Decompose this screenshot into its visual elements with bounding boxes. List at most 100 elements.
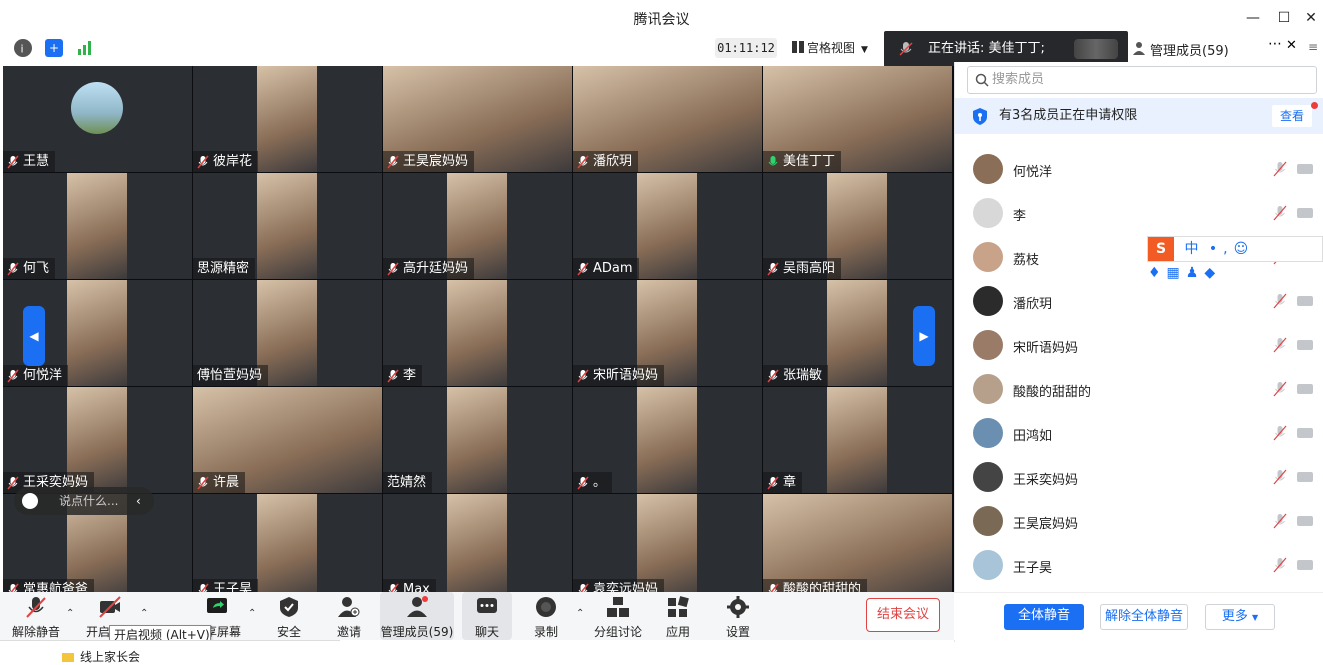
settings-button[interactable]: 设置 xyxy=(720,592,756,640)
member-row[interactable]: 何悦洋 xyxy=(955,147,1323,191)
video-tile[interactable]: 范婧然 xyxy=(383,387,572,493)
video-tile[interactable]: 彼岸花 xyxy=(193,66,382,172)
camera-icon[interactable] xyxy=(1297,164,1313,174)
mic-muted-icon xyxy=(577,262,589,275)
member-row[interactable]: 潘欣玥 xyxy=(955,279,1323,323)
video-options-caret[interactable]: ⌃ xyxy=(140,608,148,619)
apps-button[interactable]: 应用 xyxy=(660,592,696,640)
member-row[interactable]: 李 xyxy=(955,191,1323,235)
camera-icon[interactable] xyxy=(1297,208,1313,218)
maximize-icon[interactable]: ☐ xyxy=(1275,9,1293,27)
video-tile[interactable]: 傅怡萱妈妈 xyxy=(193,280,382,386)
video-tile[interactable]: Max xyxy=(383,494,572,592)
camera-icon[interactable] xyxy=(1297,516,1313,526)
record-button[interactable]: 录制 xyxy=(528,592,564,640)
video-tile[interactable]: 许晨 xyxy=(193,387,382,493)
more-label: 更多 xyxy=(1221,609,1248,624)
video-feed xyxy=(827,280,887,386)
mic-muted-icon[interactable] xyxy=(1273,469,1287,485)
video-tile[interactable]: 高升廷妈妈 xyxy=(383,173,572,279)
member-row[interactable]: 王昊宸妈妈 xyxy=(955,499,1323,543)
prev-page-button[interactable]: ◀ xyxy=(23,306,45,366)
video-tile[interactable]: 酸酸的甜甜的 xyxy=(763,494,952,592)
mic-muted-icon[interactable] xyxy=(1273,205,1287,221)
mic-muted-icon[interactable] xyxy=(1273,161,1287,177)
grid-view-button[interactable]: 宫格视图 ▼ xyxy=(792,38,884,58)
participant-name-tag: ADam xyxy=(573,258,639,279)
folder-label[interactable]: 线上家长会 xyxy=(80,648,140,665)
share-options-caret[interactable]: ⌃ xyxy=(248,608,256,619)
video-feed xyxy=(257,494,317,592)
info-icon[interactable]: i xyxy=(14,39,32,57)
notice-badge xyxy=(1311,102,1318,109)
menu-icon[interactable]: ≡ xyxy=(1308,40,1318,54)
end-meeting-button[interactable]: 结束会议 xyxy=(866,598,940,632)
camera-icon[interactable] xyxy=(1297,472,1313,482)
unmute-button[interactable]: 解除静音 xyxy=(8,592,64,640)
permission-notice: 有3名成员正在申请权限 查看 xyxy=(955,98,1323,134)
video-tile[interactable]: 王子昊 xyxy=(193,494,382,592)
video-tile[interactable]: 潘欣玥 xyxy=(573,66,762,172)
video-tile[interactable]: 王采奕妈妈 xyxy=(3,387,192,493)
mic-muted-icon xyxy=(8,583,19,592)
mic-muted-icon[interactable] xyxy=(1273,557,1287,573)
member-row[interactable]: 宋昕语妈妈 xyxy=(955,323,1323,367)
minimize-icon[interactable]: — xyxy=(1244,9,1262,27)
member-row[interactable]: 王采奕妈妈 xyxy=(955,455,1323,499)
camera-icon[interactable] xyxy=(1297,428,1313,438)
mic-muted-icon xyxy=(198,583,209,592)
member-search-input[interactable]: 搜索成员 xyxy=(967,66,1317,94)
collapse-icon[interactable]: ‹ xyxy=(136,487,141,515)
video-tile[interactable]: 吴雨高阳 xyxy=(763,173,952,279)
video-feed xyxy=(447,494,507,592)
video-tile[interactable]: 。 xyxy=(573,387,762,493)
more-button[interactable]: 更多 ▼ xyxy=(1205,604,1275,630)
manage-members-button[interactable]: 管理成员(59) xyxy=(380,592,454,640)
invite-button[interactable]: 邀请 xyxy=(330,592,368,640)
mic-muted-icon[interactable] xyxy=(1273,381,1287,397)
breakout-button[interactable]: 分组讨论 xyxy=(592,592,644,640)
chat-button[interactable]: 聊天 xyxy=(462,592,512,640)
mic-muted-icon[interactable] xyxy=(1273,337,1287,353)
member-row[interactable]: 酸酸的甜甜的 xyxy=(955,367,1323,411)
next-page-button[interactable]: ▶ xyxy=(913,306,935,366)
video-tile[interactable]: 何飞 xyxy=(3,173,192,279)
video-tile[interactable]: 王昊宸妈妈 xyxy=(383,66,572,172)
audio-options-caret[interactable]: ⌃ xyxy=(66,608,74,619)
member-name: 何悦洋 xyxy=(1013,165,1053,180)
mic-muted-icon[interactable] xyxy=(1273,513,1287,529)
participant-name-tag: 袁奕远妈妈 xyxy=(573,579,665,592)
camera-icon[interactable] xyxy=(1297,384,1313,394)
mic-muted-icon[interactable] xyxy=(1273,293,1287,309)
signal-icon[interactable] xyxy=(76,39,94,57)
video-tile[interactable]: 章 xyxy=(763,387,952,493)
close-icon[interactable]: ✕ xyxy=(1302,9,1320,27)
quick-chat-input[interactable]: 说点什么... ‹ xyxy=(14,487,154,515)
more-icon[interactable]: ⋯ xyxy=(1268,36,1282,52)
record-options-caret[interactable]: ⌃ xyxy=(576,608,584,619)
video-tile[interactable]: 宋昕语妈妈 xyxy=(573,280,762,386)
unmute-all-button[interactable]: 解除全体静音 xyxy=(1100,604,1188,630)
video-tile[interactable]: 王慧 xyxy=(3,66,192,172)
security-button[interactable]: 安全 xyxy=(270,592,308,640)
emoji-icon[interactable] xyxy=(22,493,38,509)
member-row[interactable]: 王子昊 xyxy=(955,543,1323,587)
close-panel-icon[interactable]: ✕ xyxy=(1286,38,1297,53)
ime-toolbar[interactable]: S 中 •,☺♦▦♟◆ xyxy=(1147,236,1323,281)
video-tile[interactable]: 袁奕远妈妈 xyxy=(573,494,762,592)
participant-name: 潘欣玥 xyxy=(593,154,633,169)
view-button[interactable]: 查看 xyxy=(1272,105,1312,127)
camera-icon[interactable] xyxy=(1297,340,1313,350)
mic-muted-icon[interactable] xyxy=(1273,425,1287,441)
mic-muted-icon xyxy=(7,155,19,168)
video-tile[interactable]: 美佳丁丁 xyxy=(763,66,952,172)
participant-name-tag: 美佳丁丁 xyxy=(763,151,842,172)
camera-icon[interactable] xyxy=(1297,560,1313,570)
mute-all-button[interactable]: 全体静音 xyxy=(1004,604,1084,630)
video-tile[interactable]: ADam xyxy=(573,173,762,279)
video-tile[interactable]: 思源精密 xyxy=(193,173,382,279)
camera-icon[interactable] xyxy=(1297,296,1313,306)
video-tile[interactable]: 李 xyxy=(383,280,572,386)
shield-icon[interactable]: + xyxy=(45,39,63,57)
member-row[interactable]: 田鸿如 xyxy=(955,411,1323,455)
